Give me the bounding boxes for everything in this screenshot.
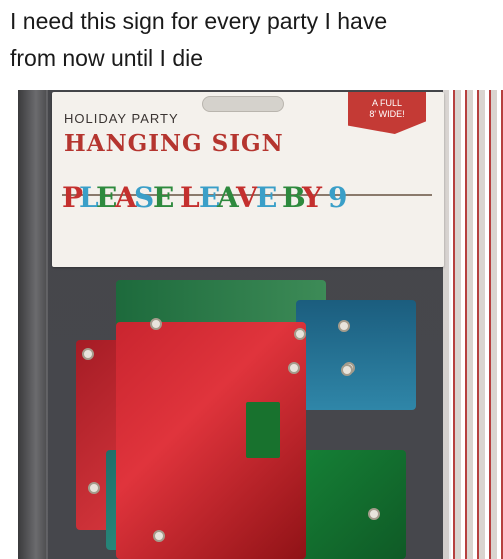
banner-letter: 9: [328, 181, 348, 214]
banner-letter: E: [256, 181, 278, 214]
banner-letter: L: [180, 181, 200, 214]
banner-letter: V: [236, 181, 258, 214]
badge-line-1: A FULL: [371, 98, 402, 108]
banner-piece-blue: [296, 300, 416, 410]
store-shelf-left: [18, 90, 48, 559]
grommet: [288, 362, 300, 374]
banner-letter: S: [134, 181, 155, 214]
letter-p-counter: [246, 402, 280, 458]
meme-caption: I need this sign for every party I have …: [0, 0, 503, 88]
banner-letter: Y: [302, 181, 322, 214]
grommet: [294, 328, 306, 340]
store-shelf-right: [443, 90, 503, 559]
holiday-party-label: HOLIDAY PARTY: [64, 111, 179, 126]
product-photo: HOLIDAY PARTY HANGING SIGN A FULL 8' WID…: [18, 90, 503, 559]
badge-line-2: 8' WIDE!: [369, 109, 405, 119]
banner-letter: E: [153, 181, 175, 214]
grommet: [150, 318, 162, 330]
full-8-wide-badge: A FULL 8' WIDE!: [348, 92, 426, 134]
grommet: [153, 530, 165, 542]
package-header-card: HOLIDAY PARTY HANGING SIGN A FULL 8' WID…: [52, 92, 444, 267]
caption-line-2: from now until I die: [10, 45, 204, 71]
grommet: [338, 320, 350, 332]
grommet: [82, 348, 94, 360]
grommet: [368, 508, 380, 520]
grommet: [341, 364, 353, 376]
caption-line-1: I need this sign for every party I have: [10, 8, 388, 34]
please-leave-by-9-banner: PLEASELEAVEBY9: [62, 182, 432, 226]
grommet: [88, 482, 100, 494]
hanging-sign-title: HANGING SIGN: [64, 130, 284, 157]
hang-hole: [202, 96, 284, 112]
